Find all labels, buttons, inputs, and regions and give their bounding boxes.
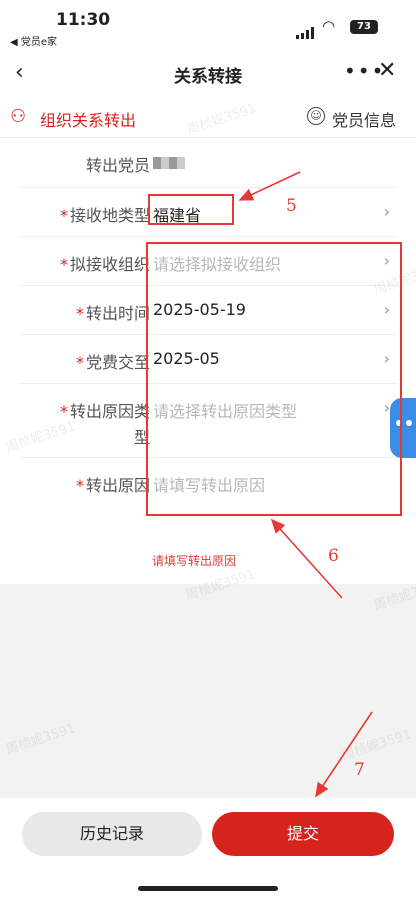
history-button[interactable]: 历史记录 — [22, 812, 202, 856]
annotation-number-6: 6 — [328, 546, 339, 566]
form-row-member: 转出党员 — [18, 138, 398, 188]
back-to-app-link[interactable]: ◀ 党员e家 — [10, 33, 57, 48]
annotation-number-5: 5 — [286, 196, 297, 216]
battery-icon: 73 — [350, 20, 378, 34]
form-label: * 党费交至 — [75, 353, 150, 372]
annotation-note: 请填写转出原因 — [152, 554, 237, 568]
form-label: 转出党员 — [85, 156, 150, 175]
annotation-number-7: 7 — [354, 760, 365, 780]
chevron-right-icon: › — [383, 202, 390, 221]
form-label: * 接收地类型 — [59, 206, 150, 225]
member-info-link[interactable]: 党员信息 — [332, 107, 396, 131]
form-label: * 转出原因类 — [59, 402, 150, 421]
navigation-bar: ‹ 关系转接 ••• ✕ — [0, 50, 416, 98]
close-icon[interactable]: ✕ — [378, 58, 396, 83]
status-bar: 11:30 ◀ 党员e家 ◠ 73 — [0, 0, 416, 50]
cellular-signal-icon — [296, 20, 316, 39]
member-name-masked — [153, 152, 185, 171]
home-indicator — [138, 886, 278, 891]
annotation-box-6 — [146, 242, 402, 516]
member-info-icon[interactable]: ☺ — [307, 107, 325, 125]
status-time: 11:30 — [56, 10, 111, 30]
section-title: 组织关系转出 — [40, 111, 137, 130]
watermark: 周桢妮3591 — [4, 721, 78, 758]
annotation-box-5 — [148, 194, 234, 225]
org-transfer-icon: ⚇ — [10, 106, 27, 127]
form-label: * 拟接收组织 — [59, 255, 150, 274]
form-label: * 转出原因 — [75, 476, 150, 495]
wifi-icon: ◠ — [322, 17, 336, 35]
submit-button[interactable]: 提交 — [212, 812, 394, 856]
form-label: * 转出时间 — [75, 304, 150, 323]
watermark: 周桢妮3591 — [340, 727, 414, 764]
bottom-action-bar: 历史记录 提交 — [0, 798, 416, 899]
